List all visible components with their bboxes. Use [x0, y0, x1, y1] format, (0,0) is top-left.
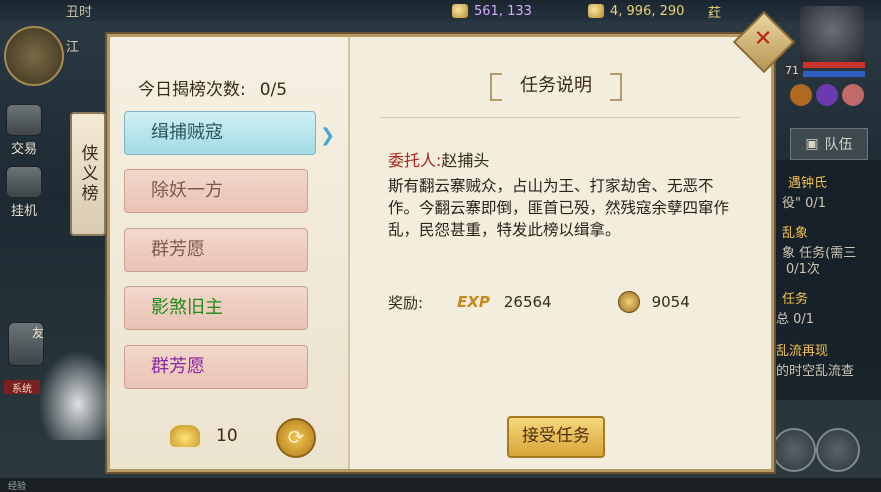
exp-value: 26564	[503, 293, 552, 311]
copper-value: 9054	[651, 293, 690, 311]
daily-count-label: 今日揭榜次数:	[138, 80, 246, 100]
player-level: 71	[781, 62, 803, 80]
ingot-count: 10	[216, 426, 238, 446]
quest-tracker-line: 0/1次	[786, 262, 820, 277]
game-clock: 丑时	[66, 5, 93, 20]
team-icon: ▣	[805, 136, 819, 152]
trade-button[interactable]: 交易	[2, 104, 46, 157]
ingot-balance: 10	[170, 425, 238, 447]
monitor-icon	[6, 166, 42, 198]
extra-currency-icon[interactable]: 荭	[708, 1, 721, 21]
client-key: 委托人:	[388, 151, 442, 170]
quest-tracker-line[interactable]: 遇钟氏	[788, 172, 827, 191]
location-label: 江	[66, 40, 80, 55]
task-item-fragrance-wish-2[interactable]: 群芳愿	[124, 345, 308, 389]
accept-task-button[interactable]: 接受任务	[507, 416, 605, 458]
guild-emblem-icon[interactable]	[4, 26, 64, 86]
daily-count-value: 0/5	[259, 80, 288, 100]
quest-tracker-line[interactable]: 乱流再现	[776, 340, 828, 359]
task-list-panel: 今日揭榜次数: 0/5 缉捕贼寇 ❯ 除妖一方 群芳愿 影煞旧主 群芳愿 10 ⟳	[110, 37, 350, 469]
divider	[380, 117, 741, 118]
client-value: 赵捕头	[441, 151, 490, 170]
exp-label: 经验	[8, 482, 27, 492]
mp-bar	[803, 71, 865, 77]
quest-tracker-line: 的时空乱流查	[776, 364, 855, 379]
top-status-bar	[0, 0, 881, 22]
bag-icon[interactable]	[772, 428, 816, 472]
system-tab[interactable]: 系统	[4, 380, 40, 395]
quest-tracker-line: 总 0/1	[776, 312, 815, 327]
exp-icon: EXP	[457, 293, 490, 311]
task-item-slay-demons[interactable]: 除妖一方	[124, 169, 308, 213]
task-item-shadow-master[interactable]: 影煞旧主	[124, 286, 308, 330]
lotus-decoration	[38, 350, 118, 440]
player-portrait[interactable]	[800, 6, 864, 66]
trade-label: 交易	[10, 142, 37, 157]
team-label: 队伍	[824, 137, 853, 153]
quest-tracker-line[interactable]: 任务	[782, 288, 808, 307]
daily-count: 今日揭榜次数: 0/5	[138, 75, 287, 100]
buff-icon-2[interactable]	[816, 84, 838, 106]
exp-strip: 经验	[0, 478, 881, 492]
gold-amount: 4, 996, 290	[610, 3, 685, 19]
gold-ingot-icon	[170, 425, 200, 447]
task-detail-panel: 任务说明 委托人:赵捕头 斯有翻云寨贼众，占山为王、打家劫舍、无恶不作。今翻云寨…	[350, 37, 771, 469]
chevron-right-icon: ❯	[320, 125, 336, 146]
refresh-icon[interactable]: ⟳	[276, 418, 316, 458]
task-item-fragrance-wish[interactable]: 群芳愿	[124, 228, 308, 272]
task-description: 斯有翻云寨贼众，占山为王、打家劫舍、无恶不作。今翻云寨即倒，匪首已殁，然残寇余孽…	[388, 177, 730, 239]
silver-amount: 561, 133	[474, 3, 532, 19]
chivalry-board-banner: 侠义榜	[70, 112, 106, 236]
client-line: 委托人:赵捕头	[388, 147, 489, 171]
player-bars	[803, 62, 865, 80]
reward-label: 奖励:	[388, 293, 424, 312]
section-title: 任务说明	[490, 71, 622, 101]
trade-icon	[6, 104, 42, 136]
gold-currency: 4, 996, 290	[588, 1, 684, 21]
auto-battle-label: 挂机	[10, 204, 37, 219]
quest-tracker-line[interactable]: 乱象	[782, 222, 808, 241]
team-button[interactable]: ▣ 队伍	[790, 128, 868, 160]
buff-icon-3[interactable]	[842, 84, 864, 106]
reward-row: 奖励: EXP 26564 9054	[388, 291, 690, 313]
task-item-catch-bandits[interactable]: 缉捕贼寇	[124, 111, 316, 155]
friends-label: 友	[32, 326, 45, 340]
close-icon: ✕	[753, 26, 773, 52]
switch-icon[interactable]	[816, 428, 860, 472]
copper-coin-icon	[617, 291, 640, 313]
bounty-board-dialog: 今日揭榜次数: 0/5 缉捕贼寇 ❯ 除妖一方 群芳愿 影煞旧主 群芳愿 10 ⟳…	[107, 34, 774, 472]
buff-icon-1[interactable]	[790, 84, 812, 106]
hp-bar	[803, 62, 865, 68]
quest-tracker-line: 役" 0/1	[782, 196, 827, 211]
gold-icon	[588, 4, 604, 18]
auto-battle-button[interactable]: 挂机	[2, 166, 46, 219]
silver-icon	[452, 4, 468, 18]
silver-currency: 561, 133	[452, 1, 532, 21]
